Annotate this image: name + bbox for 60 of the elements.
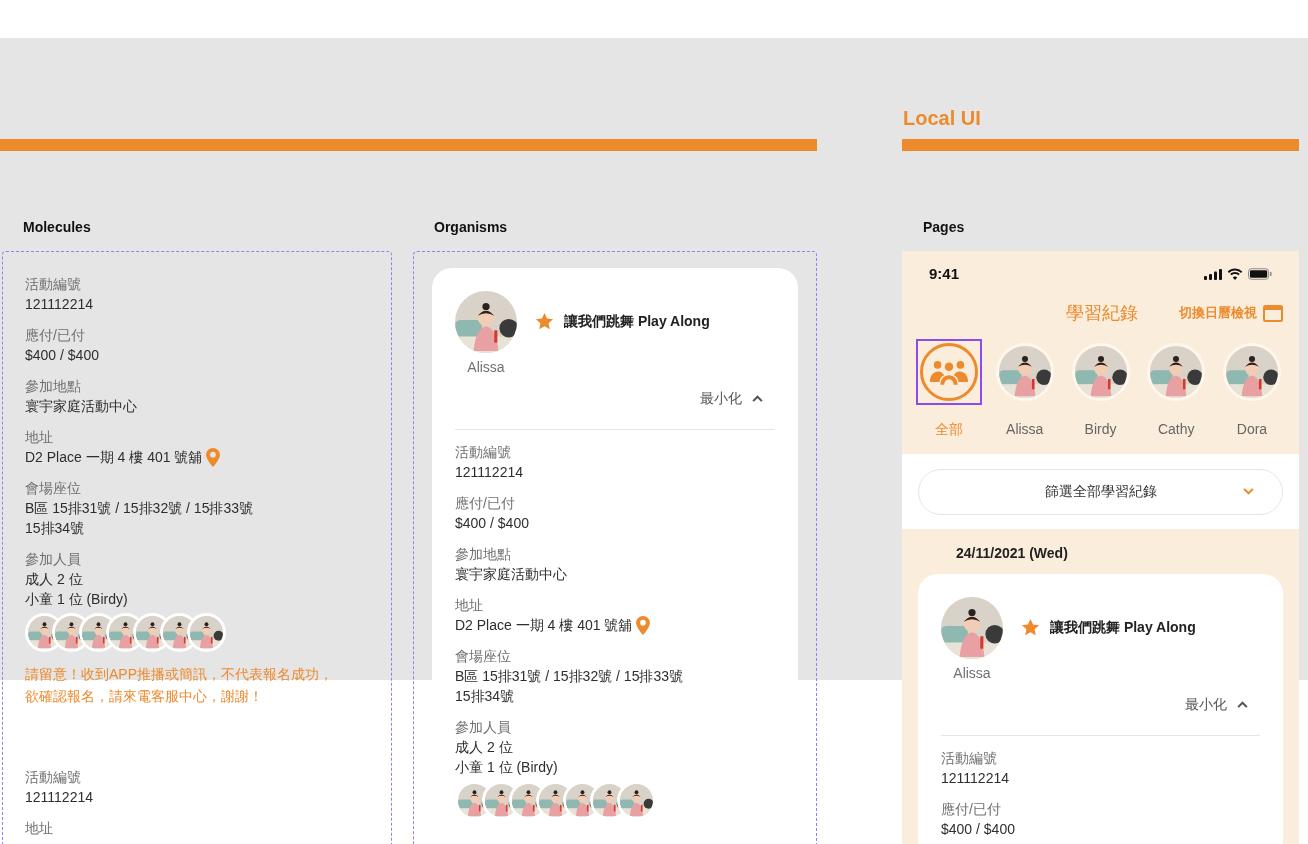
wifi-icon xyxy=(1227,268,1243,280)
field-value: 寰宇家庭活動中心 xyxy=(25,397,137,416)
field-label: 參加人員 xyxy=(25,550,82,569)
field-label: 參加人員 xyxy=(455,718,512,737)
field-value: D2 Place 一期 4 樓 401 號舖 xyxy=(25,448,203,467)
field-value: 121112214 xyxy=(25,788,93,807)
chevron-up-icon xyxy=(1237,701,1248,708)
location-pin-icon[interactable] xyxy=(206,447,221,467)
section-heading: Local UI xyxy=(903,106,981,131)
chevron-up-icon xyxy=(752,395,763,402)
chevron-down-icon xyxy=(1243,488,1254,495)
field-value: B區 15排31號 / 15排32號 / 15排33號 xyxy=(455,667,683,686)
frame-label: Pages xyxy=(923,218,965,237)
date-heading: 24/11/2021 (Wed) xyxy=(956,544,1069,563)
field-label: 應付/已付 xyxy=(455,494,516,513)
field-label: 活動編號 xyxy=(25,275,82,294)
field-value: 小童 1 位 (Birdy) xyxy=(25,590,128,609)
field-value: $400 / $400 xyxy=(25,346,99,365)
field-value: 寰宇家庭活動中心 xyxy=(455,565,567,584)
field-value: 成人 2 位 xyxy=(455,738,513,757)
frame-label: Molecules xyxy=(23,218,91,237)
child-name: Alissa xyxy=(953,664,991,683)
field-value: 小童 1 位 (Birdy) xyxy=(455,758,558,777)
field-value: $400 / $400 xyxy=(455,514,529,533)
field-value: $400 / $400 xyxy=(941,820,1015,839)
field-label: 應付/已付 xyxy=(25,326,86,345)
field-value: 121112214 xyxy=(941,769,1009,788)
field-label: 應付/已付 xyxy=(941,800,1002,819)
field-label: 活動編號 xyxy=(941,749,998,768)
field-label: 參加地點 xyxy=(25,377,82,396)
field-value: B區 15排31號 / 15排32號 / 15排33號 xyxy=(25,499,253,518)
signal-icon xyxy=(1204,268,1222,280)
child-name: Alissa xyxy=(467,358,505,377)
field-value: 成人 2 位 xyxy=(25,570,83,589)
notice-text: 請留意！收到APP推播或簡訊，不代表報名成功，欲確認報名，請來電客服中心，謝謝！ xyxy=(25,665,334,706)
group-icon xyxy=(930,359,968,385)
field-value: 15排34號 xyxy=(455,687,515,706)
battery-icon xyxy=(1248,268,1272,280)
minimize-button[interactable]: 最小化 xyxy=(1185,694,1248,715)
field-label: 地址 xyxy=(25,428,54,447)
field-label: 活動編號 xyxy=(25,768,82,787)
location-pin-icon[interactable] xyxy=(636,615,651,635)
field-label: 參加地點 xyxy=(455,545,512,564)
field-value: 15排34號 xyxy=(25,519,85,538)
page-title: 學習紀錄 xyxy=(1066,301,1138,325)
activity-title: 讓我們跳舞 Play Along xyxy=(1050,618,1196,637)
filter-dropdown[interactable]: 篩選全部學習紀錄 xyxy=(918,468,1283,515)
field-label: 地址 xyxy=(25,819,54,838)
field-value: 121112214 xyxy=(25,295,93,314)
field-label: 會場座位 xyxy=(455,647,512,666)
field-label: 地址 xyxy=(455,596,484,615)
frame-label: Organisms xyxy=(434,218,508,237)
calendar-icon xyxy=(1263,304,1283,322)
status-time: 9:41 xyxy=(929,263,960,284)
field-value: 121112214 xyxy=(455,463,523,482)
field-label: 活動編號 xyxy=(455,443,512,462)
minimize-button[interactable]: 最小化 xyxy=(700,388,763,409)
field-label: 會場座位 xyxy=(25,479,82,498)
field-value: D2 Place 一期 4 樓 401 號舖 xyxy=(455,616,633,635)
activity-title: 讓我們跳舞 Play Along xyxy=(564,312,710,331)
